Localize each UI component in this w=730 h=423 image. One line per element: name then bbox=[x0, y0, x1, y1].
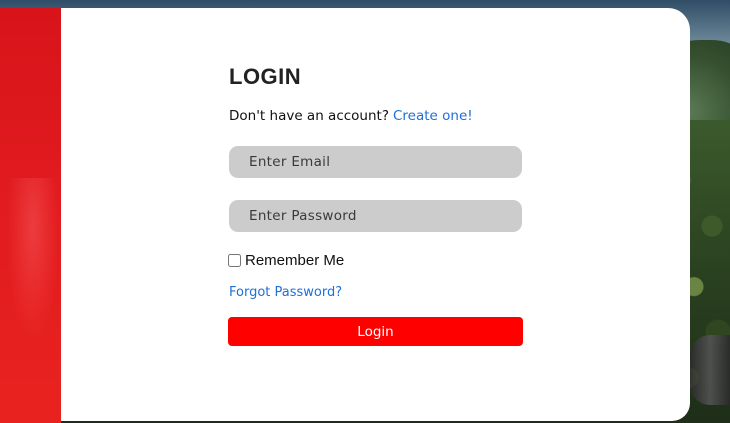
password-input[interactable] bbox=[229, 200, 522, 232]
signup-prompt-text: Don't have an account? bbox=[229, 108, 389, 124]
decorative-red-panel bbox=[0, 8, 61, 423]
decorative-figure bbox=[8, 178, 58, 338]
create-account-link[interactable]: Create one! bbox=[393, 108, 473, 124]
login-title: LOGIN bbox=[229, 64, 302, 89]
forgot-password-link[interactable]: Forgot Password? bbox=[229, 285, 342, 300]
login-button[interactable]: Login bbox=[228, 317, 523, 346]
email-input[interactable] bbox=[229, 146, 522, 178]
background-handlebar bbox=[690, 335, 730, 405]
remember-me-checkbox[interactable] bbox=[228, 254, 241, 267]
remember-me-label: Remember Me bbox=[245, 252, 345, 269]
signup-prompt: Don't have an account? Create one! bbox=[229, 108, 473, 124]
remember-me-row[interactable]: Remember Me bbox=[228, 252, 344, 269]
